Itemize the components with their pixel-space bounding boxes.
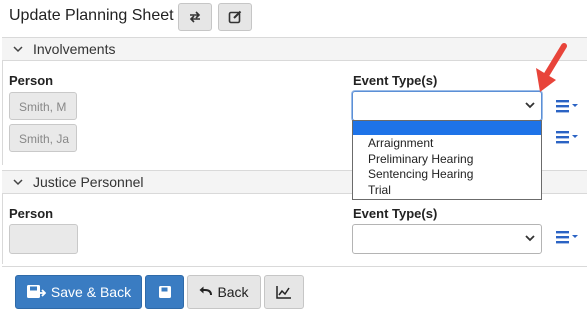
save-and-back-label: Save & Back [50, 284, 132, 300]
involvements-header[interactable]: Involvements [2, 37, 587, 61]
line-chart-icon [276, 286, 291, 299]
chevron-down-icon [525, 235, 535, 242]
edit-icon [228, 10, 242, 24]
dropdown-option-sentencing-hearing[interactable]: Sentencing Hearing [368, 167, 473, 181]
chevron-down-icon [13, 178, 25, 186]
dropdown-option-preliminary-hearing[interactable]: Preliminary Hearing [368, 152, 473, 166]
save-button[interactable] [145, 275, 184, 309]
page-title: Update Planning Sheet [9, 7, 174, 24]
event-type-select-1[interactable] [352, 91, 542, 121]
justice-event-type-select[interactable] [352, 224, 542, 254]
floppy-disk-icon [158, 286, 171, 298]
list-menu-icon[interactable] [556, 100, 580, 114]
involvements-label: Involvements [33, 41, 116, 57]
save-back-icon [26, 284, 46, 300]
justice-person-field [9, 224, 78, 254]
person-column-label: Person [9, 73, 54, 88]
refresh-button[interactable] [178, 3, 212, 31]
person-column-label: Person [9, 206, 54, 221]
list-menu-icon[interactable] [556, 131, 580, 145]
back-label: Back [217, 284, 249, 300]
annotation-arrow-icon [536, 43, 567, 92]
person-field-2: Smith, Ja [9, 124, 77, 152]
chevron-down-icon [525, 102, 535, 109]
footer-divider [2, 266, 587, 267]
dropdown-option-arraignment[interactable]: Arraignment [368, 136, 433, 150]
justice-personnel-label: Justice Personnel [33, 174, 144, 190]
dropdown-option-blank[interactable] [353, 121, 541, 135]
event-type-dropdown-list[interactable]: Arraignment Preliminary Hearing Sentenci… [352, 120, 542, 200]
swap-arrows-icon [189, 11, 201, 23]
event-type-column-label: Event Type(s) [353, 73, 438, 88]
back-arrow-icon [199, 286, 213, 298]
chart-button[interactable] [264, 275, 304, 309]
event-type-column-label: Event Type(s) [353, 206, 438, 221]
chevron-down-icon [13, 45, 25, 53]
dropdown-option-trial[interactable]: Trial [368, 183, 391, 197]
edit-button[interactable] [218, 3, 252, 31]
save-and-back-button[interactable]: Save & Back [15, 275, 142, 309]
person-field-1: Smith, M [9, 92, 77, 120]
back-button[interactable]: Back [187, 275, 261, 309]
list-menu-icon[interactable] [556, 231, 580, 245]
